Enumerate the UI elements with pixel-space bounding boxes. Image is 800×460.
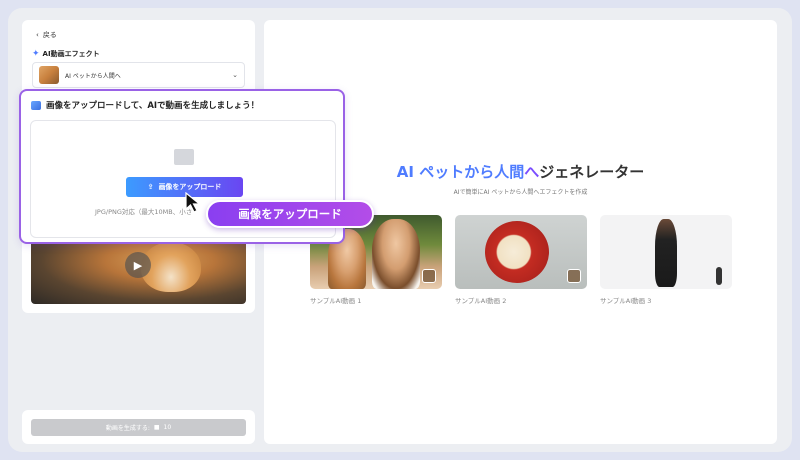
effect-select[interactable]: AI ペットから人間へ ⌄ [32,62,245,88]
effect-select-value: AI ペットから人間へ [65,72,121,80]
title-accent: ペットから人間 [419,163,525,181]
chevron-down-icon: ⌄ [232,71,238,79]
generate-panel: 動画を生成する: ■ 10 [22,410,255,444]
sample-caption-3: サンプルAI動画 3 [600,297,652,305]
upload-card-title: 画像をアップロードして、AIで動画を生成しましょう！ [31,99,259,111]
generate-cost: 10 [163,424,172,431]
generate-video-button[interactable]: 動画を生成する: ■ 10 [31,419,246,436]
upload-title-text: 画像をアップロードして、AIで動画を生成しましょう！ [46,101,260,111]
effect-section-label: AI動画エフェクト [42,50,100,58]
image-icon [31,100,41,110]
effect-section-title: ✦ AI動画エフェクト [32,49,100,59]
sample-caption-2: サンプルAI動画 2 [455,297,507,305]
image-placeholder-icon [174,149,194,165]
sample-image-2 [455,215,587,289]
sample-image-3 [600,215,732,289]
title-suffix: ジェネレーター [539,163,645,181]
title-particle: へ [524,163,540,181]
upload-callout: 画像をアップロード [206,200,374,228]
source-thumbnail-icon [422,269,436,283]
mouse-cursor-icon [185,192,202,213]
back-label: 戻る [42,31,57,39]
effect-thumbnail [39,66,59,84]
sample-caption-1: サンプルAI動画 1 [310,297,362,305]
play-icon[interactable]: ▶ [125,252,151,278]
sample-video-2[interactable]: サンプルAI動画 2 [455,215,587,305]
upload-hint: JPG/PNG対応（最大10MB、小さ [95,208,193,216]
upload-icon: ⇪ [147,183,154,191]
back-link[interactable]: ‹ 戻る [36,30,57,40]
video-camera-icon: ■ [153,424,160,431]
sparkle-icon: ✦ [32,49,40,59]
title-prefix: AI [396,163,414,181]
source-thumbnail-icon [567,269,581,283]
generate-button-label: 動画を生成する: [105,425,150,432]
upload-button-label: 画像をアップロード [158,183,222,191]
chevron-left-icon: ‹ [36,31,39,39]
sample-video-3[interactable]: サンプルAI動画 3 [600,215,732,305]
